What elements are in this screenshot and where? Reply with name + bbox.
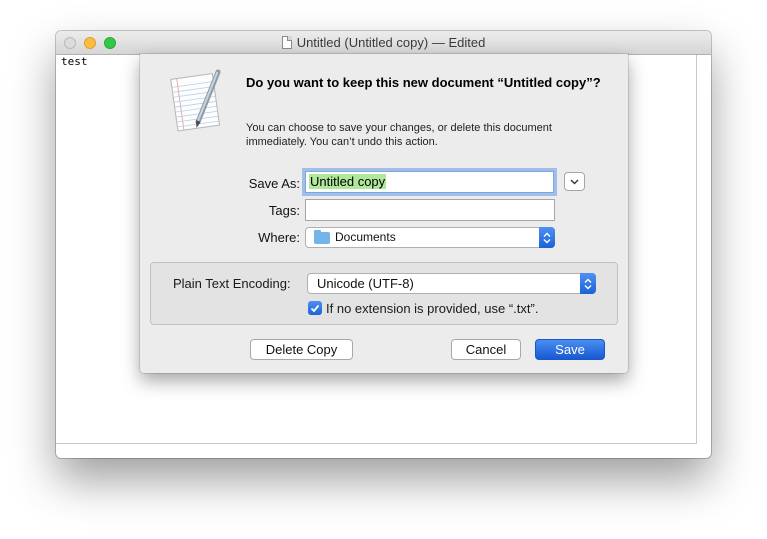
cancel-button[interactable]: Cancel — [451, 339, 521, 360]
where-popup[interactable]: Documents — [305, 227, 555, 248]
textedit-app-icon — [170, 69, 221, 132]
encoding-popup[interactable]: Unicode (UTF-8) — [307, 273, 596, 294]
folder-icon — [314, 230, 330, 244]
txt-extension-label[interactable]: If no extension is provided, use “.txt”. — [326, 301, 538, 316]
window-title-status: Edited — [448, 35, 486, 50]
checkmark-icon — [310, 304, 320, 312]
content-border-bottom — [56, 443, 697, 444]
delete-copy-button[interactable]: Delete Copy — [250, 339, 353, 360]
save-as-value: Untitled copy — [309, 174, 387, 189]
where-label: Where: — [258, 230, 300, 245]
tags-label: Tags: — [268, 203, 300, 218]
encoding-popup-arrows — [580, 273, 596, 294]
document-text[interactable]: test — [61, 55, 88, 68]
where-popup-arrows — [539, 227, 555, 248]
where-value: Documents — [335, 230, 396, 244]
window-title-separator: — — [431, 35, 445, 50]
txt-extension-checkbox[interactable] — [308, 301, 322, 315]
expand-save-panel-button[interactable] — [564, 172, 585, 191]
save-as-label: Save As: — [248, 176, 300, 191]
save-sheet: Do you want to keep this new document “U… — [140, 54, 628, 373]
save-as-field[interactable]: Untitled copy — [305, 171, 554, 193]
sheet-heading: Do you want to keep this new document “U… — [246, 75, 601, 90]
format-options-box: Plain Text Encoding: Unicode (UTF-8) If … — [150, 262, 618, 325]
window-title-name: Untitled (Untitled copy) — [296, 35, 429, 50]
chevron-down-icon — [570, 179, 579, 184]
encoding-value: Unicode (UTF-8) — [317, 276, 414, 291]
save-button[interactable]: Save — [535, 339, 605, 360]
up-down-arrows-icon — [543, 232, 551, 243]
sheet-message: You can choose to save your changes, or … — [246, 122, 552, 148]
title-bar[interactable]: Untitled (Untitled copy) — Edited — [56, 31, 711, 55]
window-title: Untitled (Untitled copy) — Edited — [56, 35, 711, 50]
document-proxy-icon[interactable] — [281, 36, 292, 49]
up-down-arrows-icon — [584, 278, 592, 289]
content-border-right — [696, 55, 697, 443]
encoding-label: Plain Text Encoding: — [173, 276, 291, 291]
tags-field[interactable] — [305, 199, 555, 221]
